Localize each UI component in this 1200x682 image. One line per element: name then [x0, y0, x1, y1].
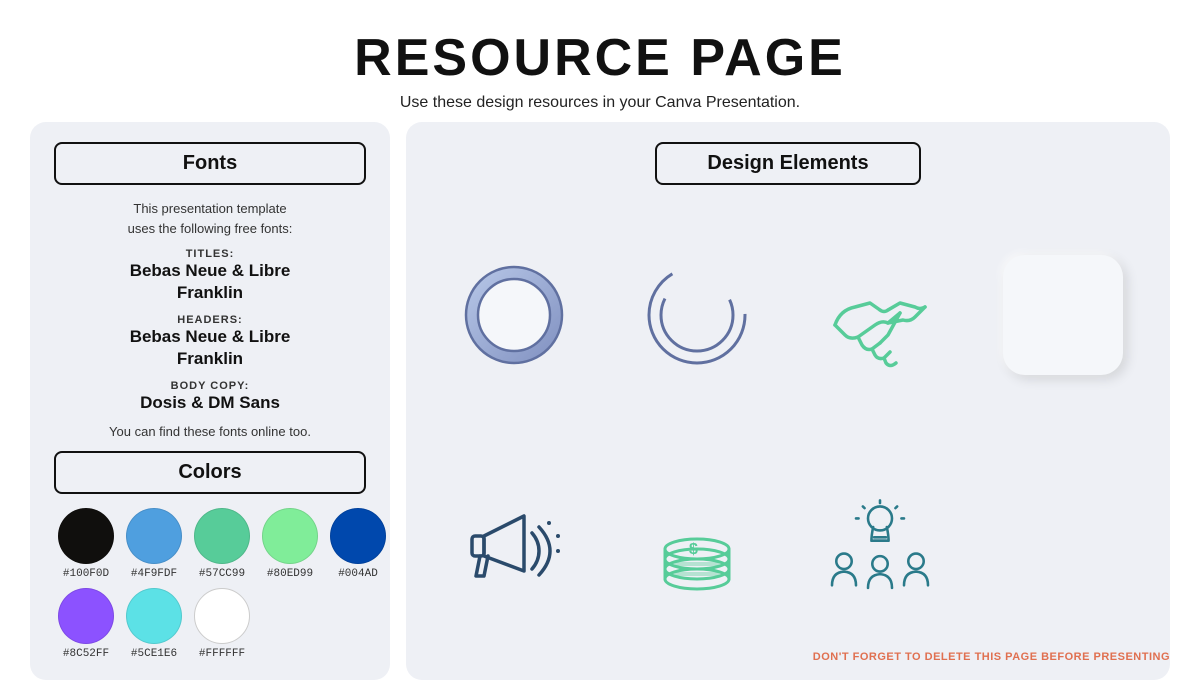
icon-cell-circle-blue: [430, 205, 597, 425]
color-item-blue: #4F9FDF: [126, 508, 182, 580]
font-name-titles: Bebas Neue & LibreFranklin: [130, 260, 291, 304]
color-swatch-purple: [58, 588, 114, 644]
color-swatch-black: [58, 508, 114, 564]
color-item-purple: #8C52FF: [58, 588, 114, 660]
icons-grid: $: [430, 205, 1146, 660]
font-name-headers: Bebas Neue & LibreFranklin: [130, 326, 291, 370]
circle-ring-outline-icon: [637, 255, 757, 375]
color-hex-teal: #57CC99: [199, 568, 245, 580]
colors-label: Colors: [54, 451, 366, 494]
circle-ring-blue-icon: [454, 255, 574, 375]
svg-text:$: $: [689, 541, 698, 558]
color-hex-blue: #4F9FDF: [131, 568, 177, 580]
icon-cell-coins: $: [613, 441, 780, 661]
color-row-1: #100F0D #4F9FDF #57CC99 #80ED99 #004AD: [54, 508, 366, 580]
font-group-headers: HEADERS: Bebas Neue & LibreFranklin: [130, 314, 291, 370]
color-swatch-blue: [126, 508, 182, 564]
font-group-titles: TITLES: Bebas Neue & LibreFranklin: [130, 248, 291, 304]
color-hex-navy: #004AD: [338, 568, 378, 580]
page-title: RESOURCE PAGE: [354, 28, 846, 88]
font-label-body: BODY COPY:: [140, 380, 280, 392]
color-hex-mint: #80ED99: [267, 568, 313, 580]
color-row-2: #8C52FF #5CE1E6 #FFFFFF: [54, 588, 366, 660]
color-item-teal: #57CC99: [194, 508, 250, 580]
color-item-mint: #80ED99: [262, 508, 318, 580]
left-panel: Fonts This presentation templateuses the…: [30, 122, 390, 680]
team-lightbulb-icon: [820, 491, 940, 611]
design-elements-label: Design Elements: [655, 142, 920, 185]
icon-cell-team-lightbulb: [796, 441, 963, 661]
footer-note: DON'T FORGET TO DELETE THIS PAGE BEFORE …: [813, 651, 1170, 663]
font-label-headers: HEADERS:: [130, 314, 291, 326]
font-name-body: Dosis & DM Sans: [140, 392, 280, 414]
main-content: Fonts This presentation templateuses the…: [0, 122, 1200, 680]
font-label-titles: TITLES:: [130, 248, 291, 260]
page-subtitle: Use these design resources in your Canva…: [354, 94, 846, 112]
icon-cell-circle-outline: [613, 205, 780, 425]
color-item-white: #FFFFFF: [194, 588, 250, 660]
color-hex-black: #100F0D: [63, 568, 109, 580]
color-swatch-cyan: [126, 588, 182, 644]
megaphone-icon: [454, 491, 574, 611]
color-hex-cyan: #5CE1E6: [131, 648, 177, 660]
color-swatches: #100F0D #4F9FDF #57CC99 #80ED99 #004AD: [54, 508, 366, 660]
fonts-description: This presentation templateuses the follo…: [128, 199, 293, 238]
coins-icon: $: [637, 491, 757, 611]
color-hex-white: #FFFFFF: [199, 648, 245, 660]
right-panel: Design Elements: [406, 122, 1170, 680]
color-hex-purple: #8C52FF: [63, 648, 109, 660]
icon-cell-rounded-square: [979, 205, 1146, 425]
icon-cell-megaphone: [430, 441, 597, 661]
font-group-body: BODY COPY: Dosis & DM Sans: [140, 380, 280, 414]
fonts-label: Fonts: [54, 142, 366, 185]
color-swatch-navy: [330, 508, 386, 564]
color-item-black: #100F0D: [58, 508, 114, 580]
color-item-cyan: #5CE1E6: [126, 588, 182, 660]
handshake-icon: [820, 255, 940, 375]
rounded-square-shape: [1003, 255, 1123, 375]
color-swatch-white: [194, 588, 250, 644]
color-swatch-teal: [194, 508, 250, 564]
font-note: You can find these fonts online too.: [109, 424, 311, 439]
page-header: RESOURCE PAGE Use these design resources…: [354, 0, 846, 122]
color-swatch-mint: [262, 508, 318, 564]
color-item-navy: #004AD: [330, 508, 386, 580]
icon-cell-handshake: [796, 205, 963, 425]
